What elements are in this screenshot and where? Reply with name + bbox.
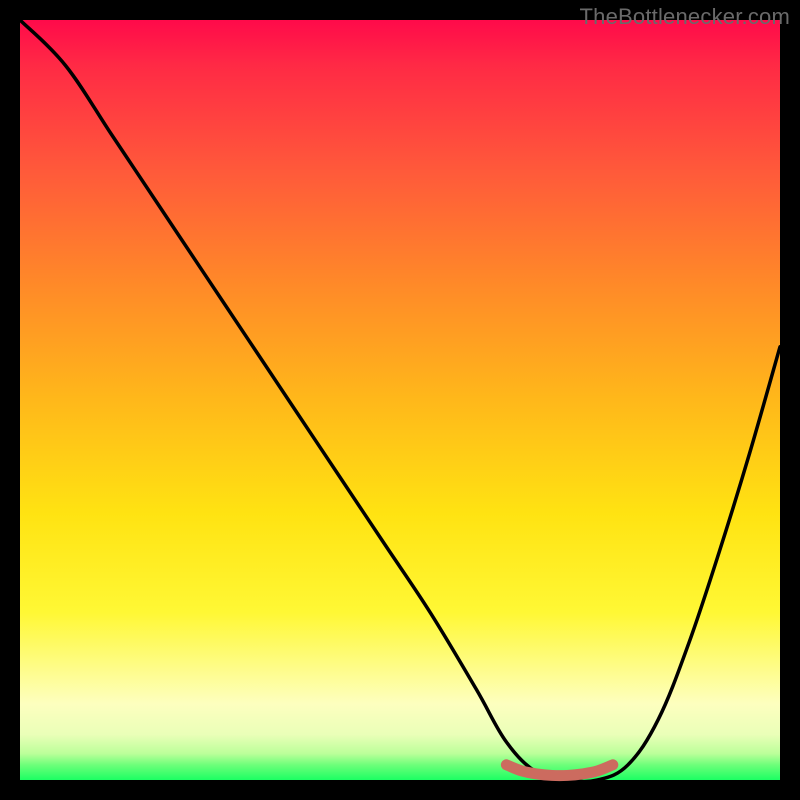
bottleneck-curve	[20, 20, 780, 782]
chart-frame: TheBottlenecker.com	[0, 0, 800, 800]
curve-layer	[20, 20, 780, 780]
watermark: TheBottlenecker.com	[580, 4, 790, 30]
plot-area	[20, 20, 780, 780]
optimal-range	[506, 765, 612, 776]
